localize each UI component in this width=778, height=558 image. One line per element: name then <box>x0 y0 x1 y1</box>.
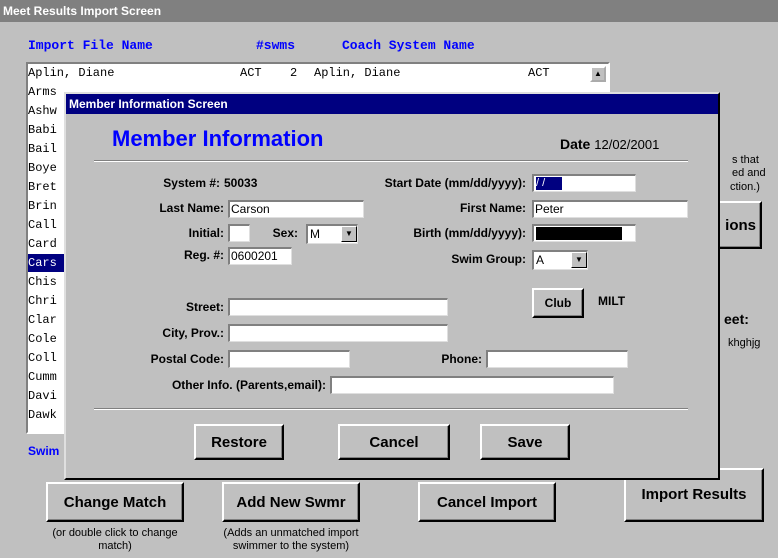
list-cell-club: ACT <box>240 66 262 80</box>
list-cell-name: Card <box>28 237 57 251</box>
date-display: Date 12/02/2001 <box>560 136 659 152</box>
reg-number-label: Reg. #: <box>183 248 224 262</box>
last-name-input[interactable]: Carson <box>228 200 364 218</box>
col-header-import-file: Import File Name <box>28 38 153 53</box>
date-label: Date <box>560 136 591 152</box>
side-text-1: s that <box>732 154 759 166</box>
sex-label: Sex: <box>272 226 298 240</box>
start-date-input[interactable]: / / <box>532 174 636 192</box>
city-label: City, Prov.: <box>162 326 224 340</box>
cancel-import-button[interactable]: Cancel Import <box>418 482 556 522</box>
list-cell-name: Cole <box>28 332 57 346</box>
list-item[interactable]: Aplin, Diane ACT 2 Aplin, Diane ACT <box>28 64 586 82</box>
swim-group-label: Swim Group: <box>451 252 526 266</box>
list-cell-count: 2 <box>290 66 298 80</box>
phone-label: Phone: <box>441 352 482 366</box>
list-cell-name: Boye <box>28 161 57 175</box>
add-new-swimmer-hint: (Adds an unmatched import swimmer to the… <box>223 527 359 552</box>
postal-code-label: Postal Code: <box>150 352 224 366</box>
date-value: 12/02/2001 <box>594 137 660 152</box>
postal-code-input[interactable] <box>228 350 350 368</box>
start-date-value: / / <box>536 177 562 190</box>
list-cell-name: Coll <box>28 351 57 365</box>
system-number-label: System #: <box>163 176 220 190</box>
other-info-label: Other Info. (Parents,email): <box>171 378 326 392</box>
side-text-2: ed and <box>732 167 766 179</box>
col-header-swms: #swms <box>256 38 296 53</box>
initial-input[interactable] <box>228 224 250 242</box>
list-cell-name: Brin <box>28 199 57 213</box>
list-cell-name: Chri <box>28 294 57 308</box>
list-cell-name: Clar <box>28 313 57 327</box>
last-name-label: Last Name: <box>159 201 224 215</box>
chevron-down-icon[interactable]: ▼ <box>341 226 357 242</box>
list-cell-name: Cumm <box>28 370 57 384</box>
change-match-button[interactable]: Change Match <box>46 482 184 522</box>
list-cell-name: Ashw <box>28 104 57 118</box>
swim-label: Swim <box>28 444 60 458</box>
initial-label: Initial: <box>188 226 224 240</box>
side-text-meet: eet: <box>724 311 749 327</box>
list-cell-name: Bail <box>28 142 57 156</box>
system-number-value: 50033 <box>224 176 258 190</box>
street-label: Street: <box>185 300 224 314</box>
divider-bottom <box>94 408 688 410</box>
redacted-birth-date <box>536 227 622 240</box>
list-cell-name: Davi <box>28 389 57 403</box>
birth-date-input[interactable] <box>532 224 636 242</box>
reg-number-input[interactable]: 0600201 <box>228 247 292 265</box>
side-text-khghjg: khghjg <box>728 337 761 349</box>
start-date-label: Start Date (mm/dd/yyyy): <box>384 176 526 190</box>
save-button[interactable]: Save <box>480 424 570 460</box>
list-cell-name: Aplin, Diane <box>28 66 115 80</box>
divider-top <box>94 160 688 162</box>
club-value: MILT <box>598 294 626 308</box>
first-name-label: First Name: <box>459 201 526 215</box>
list-cell-name: Dawk <box>28 408 57 422</box>
list-cell-name: Babi <box>28 123 57 137</box>
change-match-hint: (or double click to change match) <box>52 527 178 552</box>
phone-input[interactable] <box>486 350 628 368</box>
member-info-heading: Member Information <box>112 126 324 151</box>
swim-group-select[interactable]: A ▼ <box>532 250 588 270</box>
list-cell-name: Call <box>28 218 57 232</box>
list-cell-name: Bret <box>28 180 57 194</box>
cancel-button[interactable]: Cancel <box>338 424 450 460</box>
scroll-up-icon[interactable]: ▲ <box>590 66 606 82</box>
side-text-3: ction.) <box>730 181 760 193</box>
dialog-title: Member Information Screen <box>66 94 718 114</box>
list-cell-name: Cars <box>28 256 57 270</box>
birth-date-label: Birth (mm/dd/yyyy): <box>413 226 526 240</box>
list-cell-name: Arms <box>28 85 57 99</box>
city-input[interactable] <box>228 324 448 342</box>
chevron-down-icon[interactable]: ▼ <box>571 252 587 268</box>
club-button[interactable]: Club <box>532 288 584 318</box>
sex-select[interactable]: M ▼ <box>306 224 358 244</box>
first-name-input[interactable]: Peter <box>532 200 688 218</box>
other-info-input[interactable] <box>330 376 614 394</box>
list-cell-coach-club: ACT <box>528 66 550 80</box>
add-new-swimmer-button[interactable]: Add New Swmr <box>222 482 360 522</box>
street-input[interactable] <box>228 298 448 316</box>
options-button-label: ions <box>725 216 756 234</box>
swim-group-value: A <box>536 253 545 267</box>
list-cell-name: Chis <box>28 275 57 289</box>
window-title: Meet Results Import Screen <box>0 0 778 22</box>
member-information-dialog: Member Information Screen Member Informa… <box>64 92 720 480</box>
list-cell-coach-name: Aplin, Diane <box>314 66 401 80</box>
col-header-coach: Coach System Name <box>342 38 475 53</box>
sex-select-value: M <box>310 227 320 241</box>
restore-button[interactable]: Restore <box>194 424 284 460</box>
